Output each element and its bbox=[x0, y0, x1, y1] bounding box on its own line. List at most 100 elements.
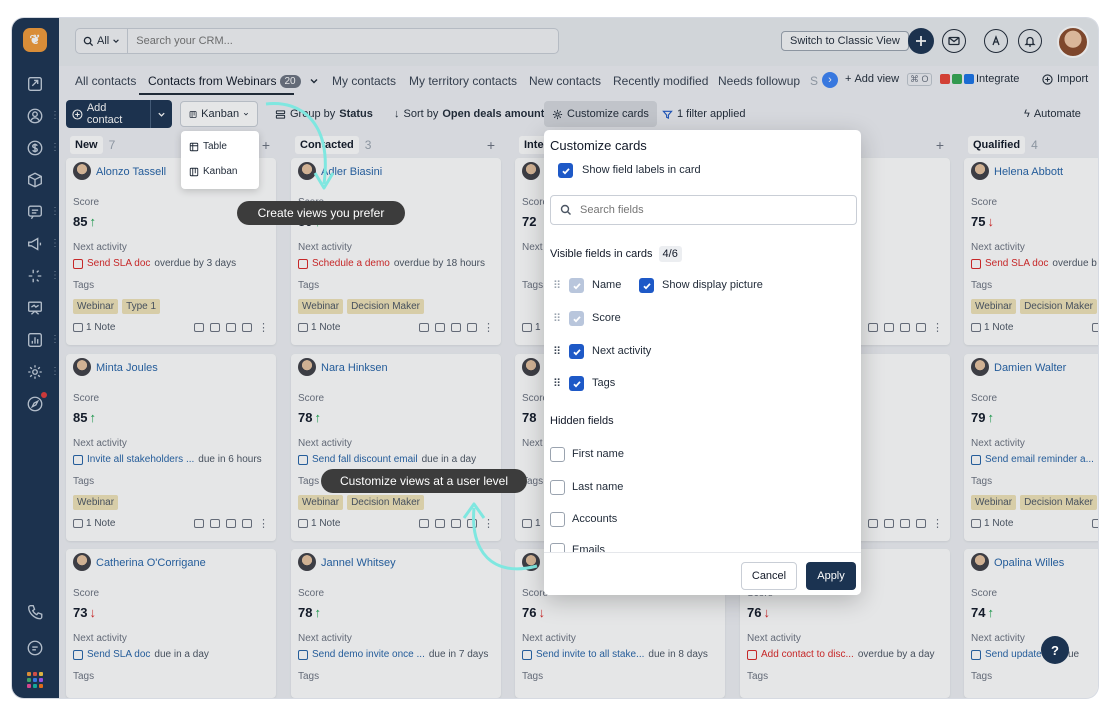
view-option-table[interactable]: Table bbox=[189, 141, 227, 152]
activity-link[interactable]: Send fall discount email bbox=[312, 454, 418, 465]
document-icon[interactable] bbox=[242, 519, 252, 528]
tag-chip[interactable]: Webinar bbox=[971, 299, 1017, 314]
document-icon[interactable] bbox=[242, 323, 252, 332]
tab-needs-followup[interactable]: Needs followup bbox=[718, 74, 800, 88]
contact-card[interactable]: Helena Abbott Score 75 ↓ Next activity Send S… bbox=[964, 158, 1098, 345]
activity-link[interactable]: Send SLA doc bbox=[87, 649, 150, 660]
contact-lookup-button[interactable] bbox=[984, 29, 1008, 53]
activity-link[interactable]: Send demo invite once ... bbox=[312, 649, 425, 660]
view-option-kanban[interactable]: Kanban bbox=[189, 166, 237, 177]
tab-recently-modified[interactable]: Recently modified bbox=[613, 74, 708, 88]
task-checkbox-icon[interactable] bbox=[971, 454, 981, 465]
notes-count[interactable]: 1 Note bbox=[971, 322, 1013, 333]
task-checkbox-icon[interactable] bbox=[298, 454, 308, 465]
phone-icon[interactable] bbox=[210, 323, 220, 332]
drag-handle-icon[interactable]: ⠿ bbox=[553, 377, 561, 390]
column-title[interactable]: Qualified bbox=[968, 136, 1026, 154]
dollar-icon[interactable] bbox=[25, 138, 45, 158]
email-icon[interactable] bbox=[1092, 323, 1098, 332]
notes-count[interactable]: 1 Note bbox=[971, 518, 1013, 529]
help-button[interactable]: ? bbox=[1041, 636, 1069, 664]
contact-name-link[interactable]: Nara Hinksen bbox=[321, 362, 388, 374]
tag-chip[interactable]: Decision Maker bbox=[347, 299, 424, 314]
search-input[interactable] bbox=[128, 35, 489, 47]
more-options-icon[interactable]: ⋮ bbox=[932, 517, 943, 530]
presentation-icon[interactable] bbox=[25, 298, 45, 318]
task-checkbox-icon[interactable] bbox=[971, 649, 981, 660]
megaphone-icon[interactable] bbox=[25, 234, 45, 254]
task-checkbox-icon[interactable] bbox=[298, 649, 308, 660]
contact-name-link[interactable]: Alonzo Tassell bbox=[96, 166, 166, 178]
tag-chip[interactable]: Webinar bbox=[298, 495, 344, 510]
show-field-labels-checkbox[interactable] bbox=[558, 163, 573, 178]
notes-count[interactable]: 1 Note bbox=[73, 518, 115, 529]
more-options-icon[interactable]: ⋮ bbox=[932, 321, 943, 334]
add-contact-button[interactable]: Add contact bbox=[66, 100, 151, 128]
contact-name-link[interactable]: Opalina Willes bbox=[994, 557, 1064, 569]
drag-handle-icon[interactable]: ⠿ bbox=[553, 312, 561, 325]
tag-chip[interactable]: Decision Maker bbox=[347, 495, 424, 510]
search-fields-input[interactable] bbox=[580, 204, 840, 216]
document-icon[interactable] bbox=[916, 519, 926, 528]
drag-handle-icon[interactable]: ⠿ bbox=[553, 345, 561, 358]
contact-card[interactable]: Minta Joules Score 85 ↑ Next activity Invite … bbox=[66, 354, 276, 541]
email-icon[interactable] bbox=[419, 519, 429, 528]
task-icon[interactable] bbox=[900, 519, 910, 528]
show-display-picture-checkbox[interactable] bbox=[639, 278, 654, 293]
email-icon[interactable] bbox=[194, 323, 204, 332]
tab-new-contacts[interactable]: New contacts bbox=[529, 74, 601, 88]
contact-name-link[interactable]: Helena Abbott bbox=[994, 166, 1063, 178]
field-first-name-checkbox[interactable] bbox=[550, 447, 565, 462]
contact-name-link[interactable]: Catherina O'Corrigane bbox=[96, 557, 206, 569]
field-last-name-checkbox[interactable] bbox=[550, 480, 565, 495]
task-checkbox-icon[interactable] bbox=[971, 258, 981, 269]
tag-chip[interactable]: Webinar bbox=[971, 495, 1017, 510]
tab-my-territory-contacts[interactable]: My territory contacts bbox=[409, 74, 517, 88]
phone-icon[interactable] bbox=[435, 519, 445, 528]
add-view-button[interactable]: + Add view bbox=[845, 73, 899, 85]
apply-button[interactable]: Apply bbox=[806, 562, 856, 590]
activity-link[interactable]: Invite all stakeholders ... bbox=[87, 454, 194, 465]
tag-chip[interactable]: Webinar bbox=[73, 299, 119, 314]
cancel-button[interactable]: Cancel bbox=[741, 562, 797, 590]
filter-button[interactable]: 1 filter applied bbox=[662, 108, 746, 120]
more-options-icon[interactable]: ⋮ bbox=[258, 517, 269, 530]
chat-icon[interactable] bbox=[25, 202, 45, 222]
notes-count[interactable]: 1 Note bbox=[298, 518, 340, 529]
more-options-icon[interactable]: ⋮ bbox=[483, 321, 494, 334]
email-icon[interactable] bbox=[868, 519, 878, 528]
contact-name-link[interactable]: Minta Joules bbox=[96, 362, 158, 374]
task-icon[interactable] bbox=[451, 323, 461, 332]
tag-chip[interactable]: Decision Maker bbox=[1020, 299, 1097, 314]
quick-add-button[interactable] bbox=[908, 28, 934, 54]
tab-my-contacts[interactable]: My contacts bbox=[332, 74, 396, 88]
field-tags-checkbox[interactable] bbox=[569, 376, 584, 391]
search-scope-select[interactable]: All bbox=[76, 29, 129, 53]
contact-card[interactable]: Catherina O'Corrigane Score 73 ↓ Next activi… bbox=[66, 549, 276, 698]
compass-icon[interactable] bbox=[25, 392, 47, 414]
tag-chip[interactable]: Decision Maker bbox=[1020, 495, 1097, 510]
more-options-icon[interactable]: ⋮ bbox=[258, 321, 269, 334]
user-avatar[interactable] bbox=[1057, 26, 1089, 58]
tab-contacts-from-webinars[interactable]: Contacts from Webinars 20 bbox=[148, 74, 301, 88]
integrate-button[interactable]: Integrate bbox=[940, 73, 1019, 85]
tab-overflow[interactable]: S bbox=[810, 74, 818, 88]
tab-all-contacts[interactable]: All contacts bbox=[75, 74, 136, 88]
tag-chip[interactable]: Webinar bbox=[73, 495, 119, 510]
app-logo[interactable]: ❦ bbox=[23, 28, 47, 52]
message-icon[interactable] bbox=[25, 638, 45, 658]
reports-chart-icon[interactable] bbox=[25, 330, 45, 350]
add-contact-dropdown[interactable] bbox=[151, 110, 172, 119]
task-checkbox-icon[interactable] bbox=[73, 649, 83, 660]
view-type-select[interactable]: Kanban bbox=[180, 101, 258, 127]
apps-grid-icon[interactable] bbox=[25, 670, 45, 690]
task-checkbox-icon[interactable] bbox=[298, 258, 308, 269]
contact-card[interactable]: Damien Walter Score 79 ↑ Next activity Send e… bbox=[964, 354, 1098, 541]
customize-cards-button[interactable]: Customize cards bbox=[544, 101, 657, 127]
task-icon[interactable] bbox=[900, 323, 910, 332]
activity-link[interactable]: Send invite to all stake... bbox=[536, 649, 644, 660]
box-icon[interactable] bbox=[25, 170, 45, 190]
task-checkbox-icon[interactable] bbox=[747, 649, 757, 660]
document-icon[interactable] bbox=[467, 323, 477, 332]
contacts-card-icon[interactable] bbox=[25, 74, 45, 94]
